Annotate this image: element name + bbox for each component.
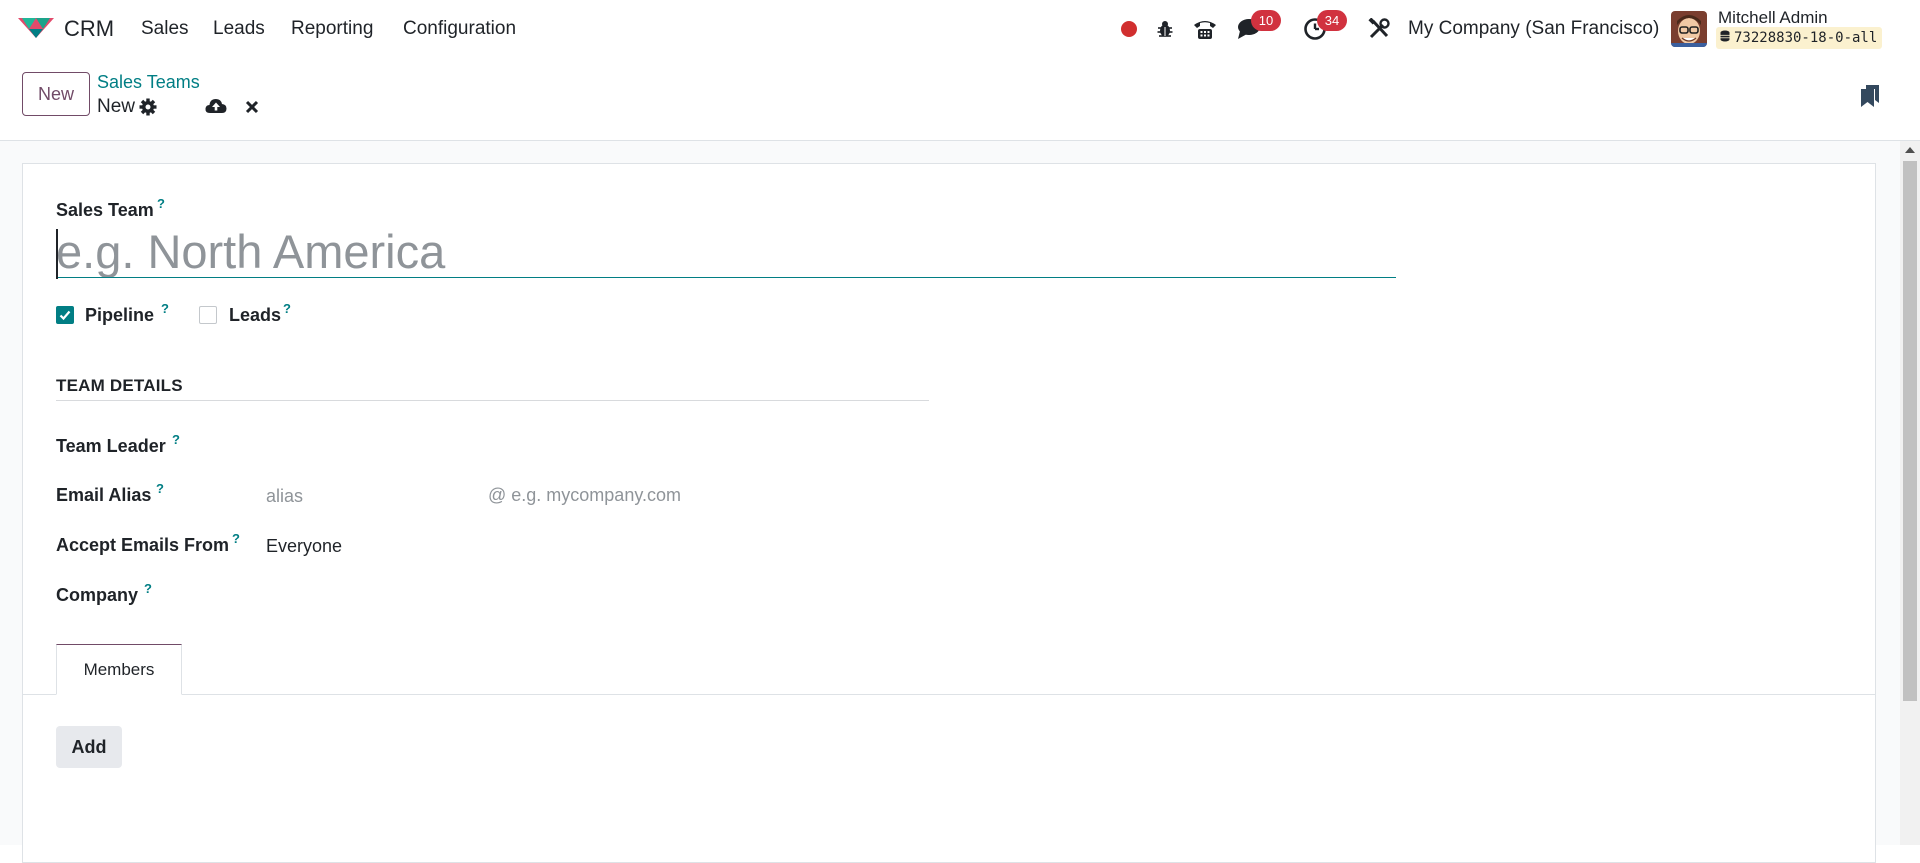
user-name[interactable]: Mitchell Admin [1718, 8, 1828, 28]
record-icon[interactable] [1119, 16, 1139, 42]
gear-icon[interactable] [139, 98, 157, 121]
discard-close-icon[interactable] [245, 100, 259, 119]
company-help[interactable]: ? [144, 581, 152, 596]
new-record-button[interactable]: New [22, 72, 90, 116]
alias-name-input[interactable]: alias [266, 486, 303, 507]
accept-emails-help[interactable]: ? [232, 531, 240, 546]
pipeline-checkbox[interactable] [56, 306, 74, 324]
menu-configuration[interactable]: Configuration [403, 18, 516, 40]
company-label: Company [56, 585, 139, 605]
app-name[interactable]: CRM [64, 16, 114, 42]
database-name: 73228830-18-0-all [1734, 30, 1878, 46]
alias-domain-input[interactable]: @ e.g. mycompany.com [488, 485, 681, 506]
vertical-scrollbar[interactable] [1900, 141, 1920, 845]
chat-icon[interactable]: 10 [1236, 10, 1281, 42]
accept-emails-select[interactable]: Everyone [266, 536, 342, 557]
control-panel: New Sales Teams New [0, 58, 1920, 141]
sales-team-label: Sales Team [56, 200, 154, 220]
text-cursor [56, 229, 58, 279]
form-sheet: Sales Team ? Pipeline ? Leads ? TEAM DET… [22, 163, 1876, 863]
tabs-divider [23, 694, 1875, 695]
user-avatar[interactable] [1671, 11, 1707, 47]
sales-team-help[interactable]: ? [157, 196, 165, 211]
menu-sales[interactable]: Sales [141, 18, 189, 40]
tools-icon[interactable] [1367, 16, 1391, 42]
email-alias-label: Email Alias [56, 485, 152, 505]
menu-leads[interactable]: Leads [213, 18, 265, 40]
team-details-section-title: TEAM DETAILS [56, 376, 183, 395]
leads-help[interactable]: ? [283, 301, 291, 316]
breadcrumb-sales-teams[interactable]: Sales Teams [97, 72, 200, 93]
leads-label[interactable]: Leads [229, 305, 281, 326]
breadcrumb-current: New [97, 96, 136, 117]
activities-count-badge: 34 [1317, 10, 1347, 31]
phone-icon[interactable] [1192, 16, 1218, 42]
clock-icon[interactable]: 34 [1302, 10, 1347, 42]
add-member-button[interactable]: Add [56, 726, 122, 768]
database-badge: 73228830-18-0-all [1716, 27, 1883, 49]
save-cloud-icon[interactable] [205, 98, 227, 119]
top-navbar: CRM Sales Leads Reporting Configuration … [0, 0, 1920, 58]
bug-icon[interactable] [1154, 16, 1176, 42]
scrollbar-thumb[interactable] [1903, 161, 1917, 701]
team-leader-help[interactable]: ? [172, 432, 180, 447]
leads-checkbox[interactable] [199, 306, 217, 324]
pipeline-label[interactable]: Pipeline [85, 305, 154, 326]
team-leader-label: Team Leader [56, 436, 166, 456]
pipeline-help[interactable]: ? [161, 301, 169, 316]
accept-emails-label: Accept Emails From [56, 535, 230, 555]
menu-reporting[interactable]: Reporting [291, 18, 373, 40]
email-alias-help[interactable]: ? [156, 481, 164, 496]
messages-count-badge: 10 [1251, 10, 1281, 31]
bookmarks-icon[interactable] [1860, 84, 1880, 113]
crm-logo-icon[interactable] [18, 14, 54, 45]
section-divider [56, 400, 929, 401]
database-icon [1720, 30, 1730, 46]
company-switcher[interactable]: My Company (San Francisco) [1408, 18, 1659, 40]
form-view-area: Sales Team ? Pipeline ? Leads ? TEAM DET… [0, 141, 1900, 863]
sales-team-name-input[interactable] [56, 226, 1396, 278]
scroll-up-arrow-icon[interactable] [1905, 147, 1915, 153]
tab-members[interactable]: Members [56, 644, 182, 695]
